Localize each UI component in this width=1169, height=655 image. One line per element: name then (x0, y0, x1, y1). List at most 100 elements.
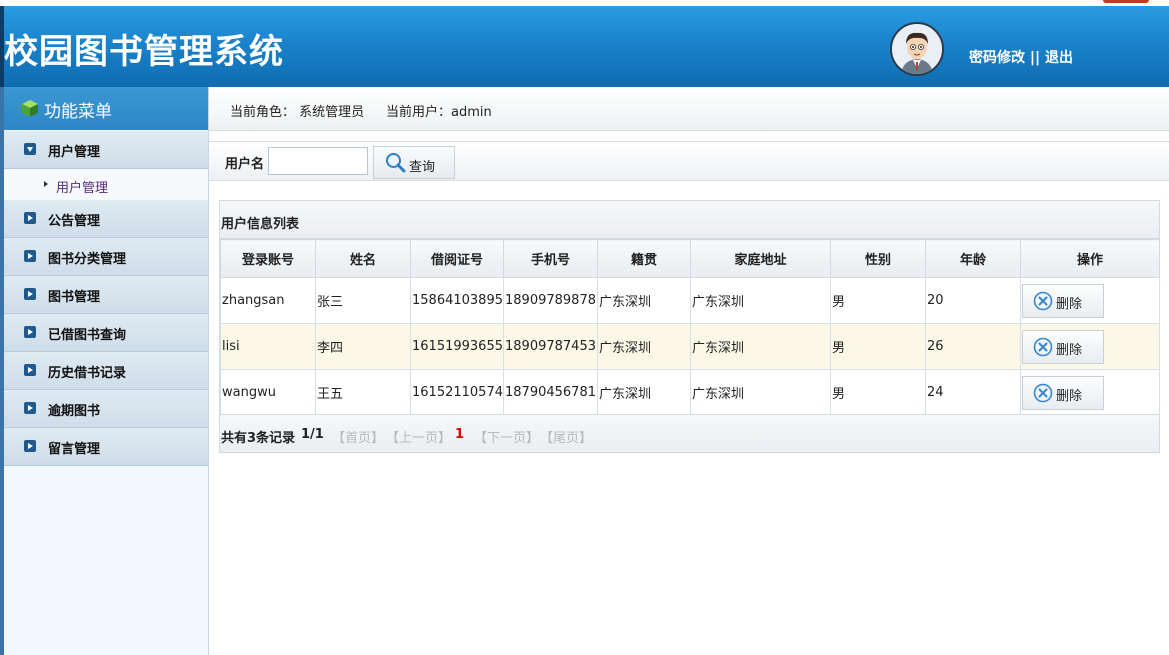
current-role: 当前角色： 系统管理员 (230, 105, 365, 120)
sidebar-item-overdue-books[interactable]: 逾期图书 (4, 390, 208, 428)
address-cell: 广东深圳 (690, 323, 831, 370)
delete-icon (1033, 337, 1053, 356)
delete-label: 删除 (1056, 296, 1083, 312)
link-separator: || (1029, 50, 1041, 66)
last-page-link[interactable]: 【尾页】 (540, 427, 592, 446)
column-header: 手机号 (503, 239, 598, 278)
card-cell: 158641038957 (410, 277, 504, 324)
sidebar-item-user-management[interactable]: 用户管理 (4, 131, 208, 169)
column-header: 姓名 (315, 239, 411, 278)
delete-button[interactable]: 删除 (1022, 329, 1104, 364)
gender-cell: 男 (830, 369, 926, 416)
phone-cell: 18909787453 (503, 323, 598, 370)
submenu-user-management[interactable]: 用户管理 (4, 169, 208, 200)
sidebar-item-label: 公告管理 (48, 214, 101, 229)
delete-button[interactable]: 删除 (1022, 283, 1104, 318)
sidebar-item-books[interactable]: 图书管理 (4, 276, 208, 314)
column-header: 操作 (1020, 239, 1160, 278)
next-page-link[interactable]: 【下一页】 (474, 427, 539, 446)
action-cell: 删除 (1020, 323, 1160, 370)
user-table: 登录账号 姓名 借阅证号 手机号 籍贯 家庭地址 性别 年龄 操作 zhangs… (220, 239, 1160, 416)
expand-icon (24, 364, 36, 376)
expand-icon (24, 402, 36, 414)
sidebar-item-book-categories[interactable]: 图书分类管理 (4, 238, 208, 276)
column-header: 籍贯 (597, 239, 691, 278)
column-header: 登录账号 (220, 239, 316, 278)
sidebar-item-label: 逾期图书 (48, 404, 101, 419)
origin-cell: 广东深圳 (597, 277, 691, 324)
search-button-label: 查询 (409, 160, 436, 175)
sidebar-item-announcements[interactable]: 公告管理 (4, 200, 208, 238)
page-indicator: 1/1 (301, 427, 324, 442)
card-cell: 161519936559 (410, 323, 504, 370)
panel-title: 用户信息列表 (221, 217, 300, 232)
delete-label: 删除 (1056, 342, 1083, 358)
phone-cell: 18909789878 (503, 277, 598, 324)
action-cell: 删除 (1020, 277, 1160, 324)
account-cell: wangwu (220, 369, 316, 416)
sidebar-item-label: 已借图书查询 (48, 328, 127, 343)
table-header-row: 登录账号 姓名 借阅证号 手机号 籍贯 家庭地址 性别 年龄 操作 (220, 239, 1160, 278)
first-page-link[interactable]: 【首页】 (332, 427, 384, 446)
username-input[interactable] (268, 147, 368, 175)
header-links: 密码修改 || 退出 (969, 47, 1073, 67)
name-cell: 张三 (315, 277, 411, 324)
gender-cell: 男 (830, 323, 926, 370)
name-cell: 王五 (315, 369, 411, 416)
search-bar: 用户名 查询 (209, 141, 1169, 181)
sidebar-item-messages[interactable]: 留言管理 (4, 428, 208, 466)
current-user: 当前用户：admin (386, 105, 492, 120)
change-password-link[interactable]: 密码修改 (969, 50, 1025, 66)
column-header: 借阅证号 (410, 239, 504, 278)
column-header: 年龄 (925, 239, 1021, 278)
menu-header-label: 功能菜单 (44, 102, 112, 122)
gender-cell: 男 (830, 277, 926, 324)
delete-icon (1033, 383, 1053, 402)
cube-icon (22, 100, 38, 117)
avatar-icon (892, 24, 942, 74)
app-title: 校园图书管理系统 (4, 32, 284, 72)
expand-icon (24, 440, 36, 452)
address-cell: 广东深圳 (690, 369, 831, 416)
name-cell: 李四 (315, 323, 411, 370)
card-cell: 161521105740 (410, 369, 504, 416)
table-row: zhangsan 张三 158641038957 18909789878 广东深… (220, 277, 1160, 324)
column-header: 性别 (830, 239, 926, 278)
pagination: 共有3条记录 1/1 【首页】 【上一页】 1 【下一页】 【尾页】 (220, 414, 1159, 452)
sidebar-item-label: 图书分类管理 (48, 252, 127, 267)
delete-icon (1033, 291, 1053, 310)
delete-button[interactable]: 删除 (1022, 375, 1104, 410)
age-cell: 20 (925, 277, 1021, 324)
user-list-panel: 用户信息列表 登录账号 姓名 借阅证号 手机号 籍贯 家庭地址 性别 年龄 操作… (219, 200, 1160, 453)
sidebar-item-borrowed-books[interactable]: 已借图书查询 (4, 314, 208, 352)
search-button[interactable]: 查询 (373, 146, 455, 179)
age-cell: 24 (925, 369, 1021, 416)
submenu-label: 用户管理 (56, 181, 109, 196)
address-cell: 广东深圳 (690, 277, 831, 324)
panel-title-bar: 用户信息列表 (220, 201, 1159, 239)
origin-cell: 广东深圳 (597, 369, 691, 416)
sidebar-item-label: 用户管理 (48, 145, 101, 160)
prev-page-link[interactable]: 【上一页】 (386, 427, 451, 446)
current-page: 1 (455, 427, 465, 442)
table-row: wangwu 王五 161521105740 18790456781 广东深圳 … (220, 369, 1160, 416)
collapse-icon (24, 143, 36, 155)
delete-label: 删除 (1056, 388, 1083, 404)
sidebar-item-label: 历史借书记录 (48, 366, 127, 381)
role-bar: 当前角色： 系统管理员 当前用户：admin (209, 87, 1169, 131)
phone-cell: 18790456781 (503, 369, 598, 416)
action-cell: 删除 (1020, 369, 1160, 416)
avatar (890, 22, 944, 76)
search-icon (386, 153, 406, 173)
sidebar-item-label: 留言管理 (48, 442, 101, 457)
account-cell: zhangsan (220, 277, 316, 324)
sidebar: 功能菜单 用户管理 用户管理 公告管理 图书分类管理 图书管理 已借图书查询 历… (0, 87, 209, 655)
bullet-arrow-icon (44, 181, 48, 187)
sidebar-item-borrow-history[interactable]: 历史借书记录 (4, 352, 208, 390)
username-label: 用户名 (225, 157, 265, 172)
expand-icon (24, 288, 36, 300)
table-row: lisi 李四 161519936559 18909787453 广东深圳 广东… (220, 323, 1160, 370)
logout-link[interactable]: 退出 (1045, 50, 1073, 66)
menu-header: 功能菜单 (4, 87, 208, 130)
expand-icon (24, 212, 36, 224)
